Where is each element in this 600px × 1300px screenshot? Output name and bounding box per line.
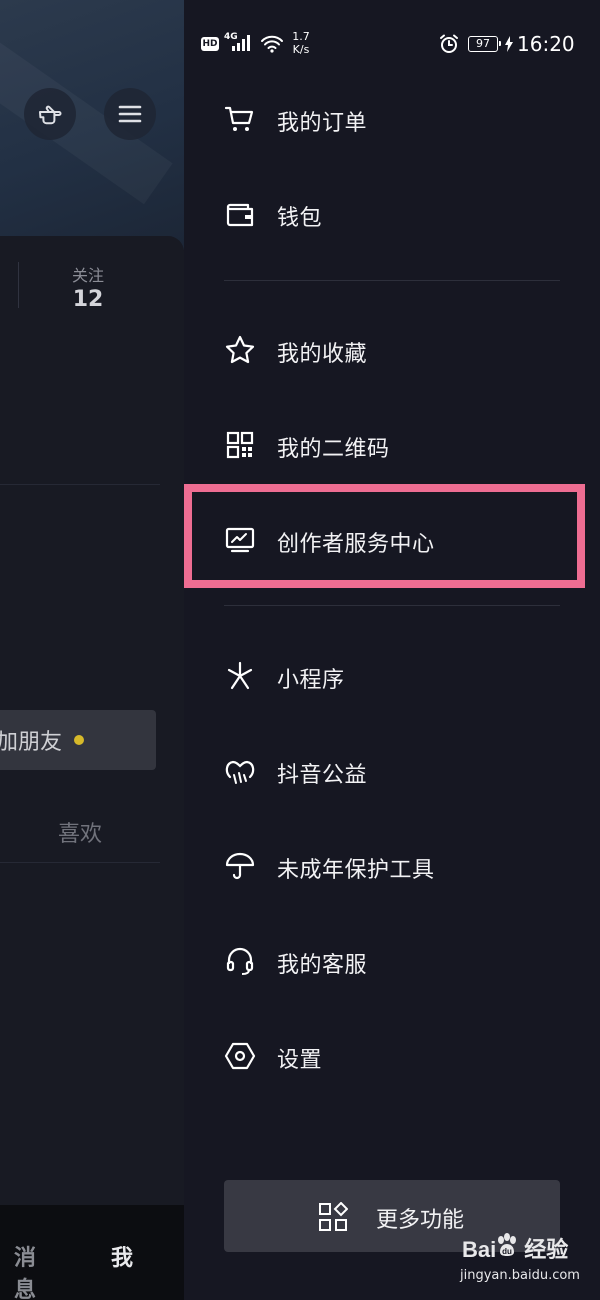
baidu-jingyan-watermark: Bai 经验 du jingyan.baidu.com — [458, 1232, 598, 1292]
menu-item-customer-service[interactable]: 我的客服 — [184, 928, 600, 992]
headset-icon — [224, 945, 256, 977]
hd-badge: HD — [201, 37, 219, 51]
menu-item-label: 创作者服务中心 — [277, 532, 435, 557]
menu-item-label: 我的订单 — [277, 111, 368, 136]
paw-logo-icon: du — [498, 1233, 516, 1256]
qrcode-icon — [224, 429, 256, 461]
umbrella-icon — [224, 850, 256, 882]
menu-item-mini-programs[interactable]: 小程序 — [184, 643, 600, 707]
more-features-label: 更多功能 — [376, 1208, 465, 1233]
menu-item-charity[interactable]: 抖音公益 — [184, 738, 600, 802]
menu-item-label: 抖音公益 — [277, 763, 368, 788]
cart-icon — [224, 103, 256, 135]
wifi-icon — [261, 35, 283, 53]
menu-item-label: 我的收藏 — [277, 342, 368, 367]
add-friend-label: 加朋友 — [0, 730, 63, 755]
signal-icon — [232, 35, 250, 51]
notification-dot — [74, 735, 85, 745]
menu-item-wallet[interactable]: 钱包 — [184, 181, 600, 245]
clock: 16:20 — [517, 32, 575, 56]
menu-item-label: 小程序 — [277, 668, 345, 693]
tab-messages[interactable]: 消息 — [0, 1240, 36, 1300]
tab-me[interactable]: 我 — [111, 1240, 133, 1272]
menu-item-label: 我的二维码 — [277, 437, 390, 462]
charging-icon — [505, 36, 513, 52]
watermark-url: jingyan.baidu.com — [460, 1268, 580, 1283]
add-friend-button[interactable]: 加朋友 — [0, 710, 156, 770]
status-bar: HD 4G 1.7 K/s 97 16:20 — [184, 26, 600, 62]
svg-text:du: du — [502, 1247, 512, 1256]
pointing-hand-icon — [39, 105, 62, 125]
menu-item-favorites[interactable]: 我的收藏 — [184, 317, 600, 381]
network-speed: 1.7 K/s — [292, 30, 310, 56]
divider — [0, 862, 160, 863]
menu-button[interactable] — [104, 88, 156, 140]
menu-item-minor-protection[interactable]: 未成年保护工具 — [184, 833, 600, 897]
divider — [0, 484, 160, 485]
follow-count[interactable]: 12 — [52, 287, 124, 312]
watermark-brand-left: Bai — [462, 1237, 497, 1262]
divider — [224, 280, 560, 281]
menu-item-label: 未成年保护工具 — [277, 858, 435, 883]
menu-item-settings[interactable]: 设置 — [184, 1023, 600, 1087]
side-drawer: HD 4G 1.7 K/s 97 16:20 我的订单 钱包 我的收藏 我的二维… — [184, 0, 600, 1300]
charity-heart-icon — [224, 755, 256, 787]
star-icon — [224, 334, 256, 366]
divider — [224, 605, 560, 606]
menu-item-label: 钱包 — [277, 206, 323, 231]
follow-label: 关注 — [71, 266, 104, 285]
menu-item-creator-center[interactable]: 创作者服务中心 — [184, 507, 600, 571]
tab-likes[interactable]: 喜欢 — [58, 816, 102, 848]
profile-page-background: 关注 12 加朋友 喜欢 消息 我 — [0, 0, 184, 1300]
settings-hexagon-icon — [224, 1040, 256, 1072]
menu-item-qrcode[interactable]: 我的二维码 — [184, 412, 600, 476]
menu-item-label: 我的客服 — [277, 953, 368, 978]
menu-item-label: 设置 — [277, 1048, 323, 1073]
alarm-icon — [440, 34, 458, 53]
mini-program-icon — [224, 660, 256, 692]
battery-indicator: 97 — [468, 36, 501, 52]
grid-more-icon — [318, 1201, 349, 1232]
watermark-brand-right: 经验 — [524, 1237, 569, 1262]
wallet-icon — [224, 198, 256, 230]
creator-monitor-icon — [224, 524, 256, 556]
menu-item-orders[interactable]: 我的订单 — [184, 86, 600, 150]
menu-icon — [118, 105, 142, 123]
pointing-hand-button[interactable] — [24, 88, 76, 140]
